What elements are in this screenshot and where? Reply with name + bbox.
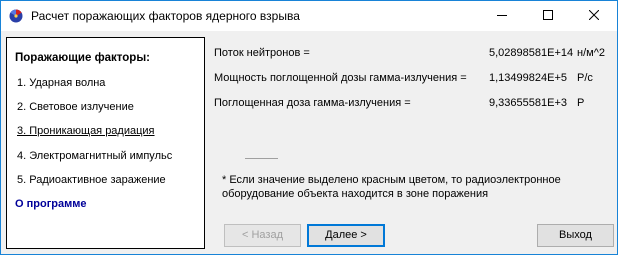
nuclear-app-icon: [8, 8, 24, 24]
results-panel: Поток нейтронов = 5,02898581E+14 н/м^2 М…: [214, 1, 614, 151]
menu-item-light-radiation[interactable]: 2. Световое излучение: [17, 101, 134, 113]
neutron-flux-label: Поток нейтронов =: [214, 47, 310, 59]
back-button[interactable]: < Назад: [224, 224, 301, 247]
neutron-flux-unit: н/м^2: [577, 47, 605, 59]
gamma-dose-rate-value: 1,13499824E+5: [489, 72, 567, 84]
menu-heading: Поражающие факторы:: [15, 52, 150, 64]
divider: [245, 158, 278, 159]
menu-item-emp[interactable]: 4. Электромагнитный импульс: [17, 150, 172, 162]
menu-item-shock-wave[interactable]: 1. Ударная волна: [17, 77, 105, 89]
gamma-dose-unit: Р: [577, 97, 585, 109]
gamma-dose-rate-label: Мощность поглощенной дозы гамма-излучени…: [214, 72, 467, 84]
factors-menu: Поражающие факторы: 1. Ударная волна 2. …: [6, 37, 205, 249]
next-button[interactable]: Далее >: [307, 224, 385, 247]
gamma-dose-rate-unit: Р/с: [577, 72, 593, 84]
exit-button[interactable]: Выход: [537, 224, 614, 247]
about-link[interactable]: О программе: [15, 198, 87, 210]
menu-item-penetrating-radiation[interactable]: 3. Проникающая радиация: [17, 125, 155, 137]
neutron-flux-value: 5,02898581E+14: [489, 47, 574, 59]
main-window: Расчет поражающих факторов ядерного взры…: [0, 0, 618, 255]
gamma-dose-value: 9,33655581E+3: [489, 97, 567, 109]
footnote: * Если значение выделено красным цветом,…: [222, 174, 561, 200]
gamma-dose-label: Поглощенная доза гамма-излучения =: [214, 97, 411, 109]
menu-item-radioactive-contamination[interactable]: 5. Радиоактивное заражение: [17, 174, 166, 186]
